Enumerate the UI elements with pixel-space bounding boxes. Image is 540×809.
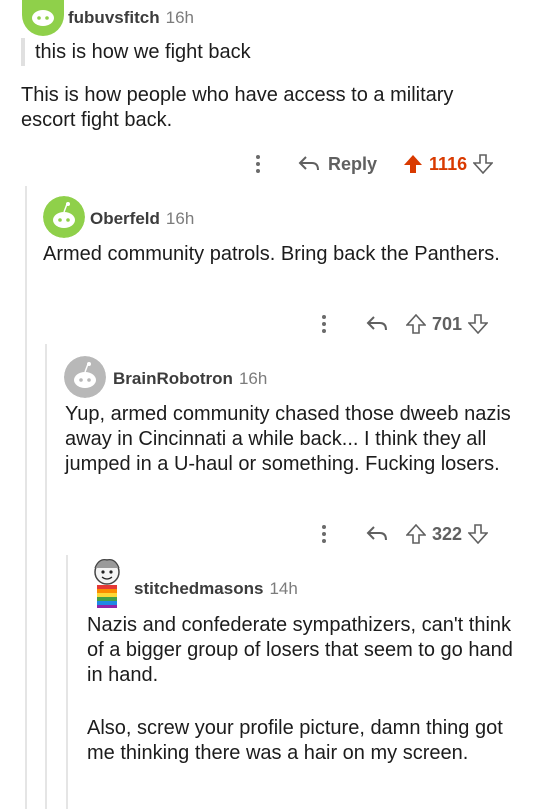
more-options-button[interactable]: [314, 315, 334, 333]
timestamp: 16h: [165, 209, 195, 228]
comment-author[interactable]: fubuvsfitch 16h: [68, 8, 194, 28]
comment-body: Nazis and confederate sympathizers, can'…: [87, 614, 513, 686]
thread-line: [66, 555, 68, 809]
avatar[interactable]: [22, 0, 64, 36]
thread-line: [45, 344, 47, 809]
more-options-icon: [322, 525, 326, 543]
username[interactable]: Oberfeld: [90, 209, 160, 228]
username[interactable]: fubuvsfitch: [68, 8, 160, 27]
comment-body: This is how people who have access to a …: [21, 84, 454, 131]
avatar[interactable]: [64, 356, 106, 398]
vote-score: 1116: [429, 153, 468, 174]
comment-author[interactable]: BrainRobotron 16h: [113, 369, 267, 389]
reply-label: Reply: [328, 153, 378, 174]
comment-author[interactable]: Oberfeld 16h: [90, 209, 194, 229]
vote-control: 1116: [403, 153, 494, 175]
snoo-avatar-icon: [64, 356, 106, 398]
upvote-icon[interactable]: [406, 314, 426, 334]
more-options-icon: [322, 315, 326, 333]
quoted-text: this is how we fight back: [21, 38, 515, 66]
upvote-icon[interactable]: [406, 524, 426, 544]
downvote-icon[interactable]: [468, 524, 489, 544]
more-options-button[interactable]: [248, 155, 268, 173]
comment-actions: 322: [314, 519, 489, 549]
snoo-avatar-icon: [43, 196, 85, 238]
upvote-icon[interactable]: [403, 154, 423, 174]
reply-arrow-icon: [366, 316, 387, 331]
timestamp: 16h: [238, 369, 268, 388]
comment-body: Yup, armed community chased those dweeb …: [65, 403, 511, 475]
downvote-icon[interactable]: [468, 314, 489, 334]
timestamp: 16h: [165, 8, 194, 27]
vote-control: 701: [406, 313, 489, 335]
comment-body: Armed community patrols. Bring back the …: [43, 243, 500, 265]
comment-author[interactable]: stitchedmasons 14h: [134, 579, 298, 599]
vote-score: 322: [432, 523, 463, 544]
downvote-icon[interactable]: [473, 154, 494, 174]
avatar[interactable]: [43, 196, 85, 238]
vote-control: 322: [406, 523, 489, 545]
username[interactable]: BrainRobotron: [113, 369, 233, 388]
thread-line: [25, 186, 27, 809]
reply-button[interactable]: [366, 315, 388, 333]
reply-arrow-icon: [298, 156, 319, 171]
timestamp: 14h: [269, 579, 298, 598]
comment-body: Also, screw your profile picture, damn t…: [87, 717, 503, 764]
more-options-button[interactable]: [314, 525, 334, 543]
snoo-avatar-icon: [22, 0, 64, 36]
custom-avatar-icon: [94, 559, 120, 608]
reply-button[interactable]: [366, 525, 388, 543]
comment-actions: Reply 1116: [248, 149, 494, 179]
avatar[interactable]: [85, 556, 129, 608]
vote-score: 701: [432, 313, 463, 334]
reply-arrow-icon: [366, 526, 387, 541]
comment-actions: 701: [314, 309, 489, 339]
reply-button[interactable]: Reply: [298, 154, 377, 175]
more-options-icon: [256, 155, 260, 173]
username[interactable]: stitchedmasons: [134, 579, 263, 598]
